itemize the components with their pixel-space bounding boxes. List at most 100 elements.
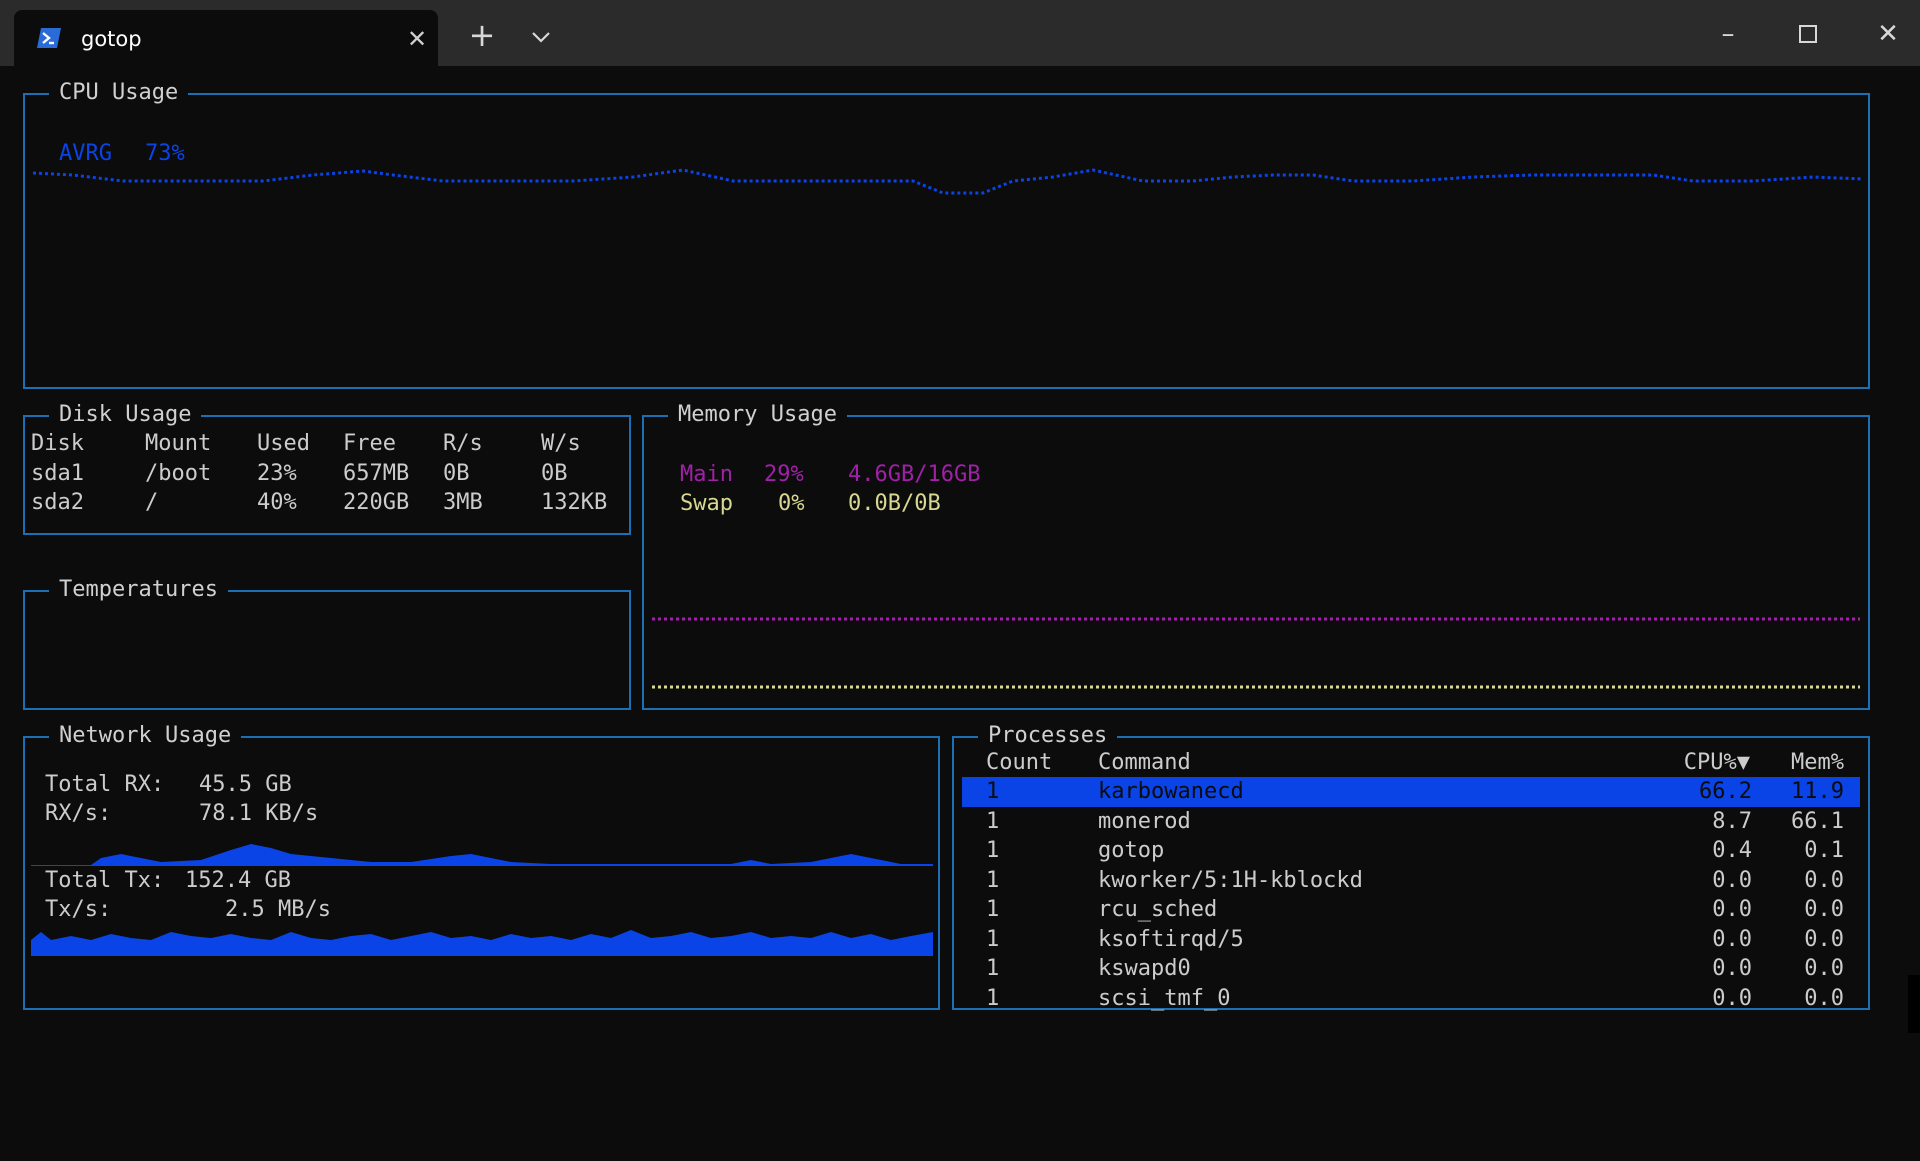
temperatures-title: Temperatures <box>49 575 228 605</box>
process-row[interactable]: 1 ksoftirqd/5 0.0 0.0 <box>962 925 1860 955</box>
memory-main-label: Main <box>680 462 733 487</box>
process-count: 1 <box>986 956 1000 981</box>
col-command[interactable]: Command <box>1098 748 1191 778</box>
total-tx-value: 152.4 GB <box>185 868 291 893</box>
memory-swap-label: Swap <box>680 491 733 516</box>
disk-usage-panel: Disk Usage Disk Mount Used Free R/s W/s … <box>23 400 631 535</box>
disk-usage-title: Disk Usage <box>49 400 202 430</box>
tab-gotop[interactable]: gotop ✕ <box>14 10 438 66</box>
tx-sparkline <box>31 930 933 956</box>
col-mem[interactable]: Mem% <box>1791 748 1844 778</box>
maximize-button[interactable] <box>1778 14 1838 54</box>
process-row[interactable]: 1 kswapd0 0.0 0.0 <box>962 954 1860 984</box>
disk-write: 0B <box>541 460 568 486</box>
process-command: kswapd0 <box>1098 956 1191 981</box>
disk-row: sda2 / 40% 220GB 3MB 132KB <box>31 488 607 518</box>
disk-col-used: Used <box>257 431 310 456</box>
tx-rate-value: 2.5 MB/s <box>225 897 331 922</box>
network-usage-panel: Network Usage Total RX: 45.5 GB RX/s: 78… <box>23 721 940 1010</box>
process-mem: 11.9 <box>1791 779 1844 804</box>
disk-free: 657MB <box>343 460 410 486</box>
memory-swap-percent: 0% <box>778 491 805 516</box>
memory-main-percent: 29% <box>764 462 804 487</box>
total-tx-label: Total Tx: <box>45 868 165 893</box>
network-usage-title: Network Usage <box>49 721 242 751</box>
process-row[interactable]: 1 scsi_tmf_0 0.0 0.0 <box>962 984 1860 1011</box>
tab-title: gotop <box>81 27 142 51</box>
process-command: scsi_tmf_0 <box>1098 985 1231 1011</box>
process-cpu: 0.0 <box>1712 926 1752 952</box>
disk-read: 3MB <box>443 490 483 515</box>
process-count: 1 <box>986 808 1000 834</box>
memory-swap-amount: 0.0B/0B <box>848 491 941 516</box>
process-command: ksoftirqd/5 <box>1098 926 1244 952</box>
process-row[interactable]: 1 gotop 0.4 0.1 <box>962 836 1860 866</box>
disk-col-read: R/s <box>443 431 483 456</box>
powershell-icon <box>37 28 61 48</box>
process-mem: 0.0 <box>1804 956 1844 981</box>
tx-rate-label: Tx/s: <box>45 897 112 922</box>
col-count[interactable]: Count <box>986 748 1052 778</box>
memory-main-amount: 4.6GB/16GB <box>848 462 981 487</box>
total-rx-label: Total RX: <box>45 772 165 797</box>
disk-used: 23% <box>257 460 297 486</box>
disk-read: 0B <box>443 460 470 486</box>
cpu-usage-graph <box>33 168 1863 195</box>
cpu-usage-panel: CPU Usage AVRG 73% <box>23 78 1870 389</box>
disk-col-free: Free <box>343 431 396 456</box>
process-mem: 66.1 <box>1791 808 1844 834</box>
process-command: monerod <box>1098 808 1191 834</box>
title-bar: gotop ✕ + – ✕ <box>0 0 1920 66</box>
disk-row: sda1 /boot 23% 657MB 0B 0B <box>31 459 568 489</box>
memory-usage-graph <box>652 617 1860 689</box>
disk-write: 132KB <box>541 490 608 515</box>
minimize-button[interactable]: – <box>1698 14 1758 54</box>
cpu-usage-title: CPU Usage <box>49 78 189 108</box>
process-command: rcu_sched <box>1098 897 1218 922</box>
total-rx-value: 45.5 GB <box>199 772 292 797</box>
disk-used: 40% <box>257 490 297 515</box>
process-count: 1 <box>986 897 1000 922</box>
process-row-selected[interactable]: 1 karbowanecd 66.2 11.9 <box>962 777 1860 807</box>
disk-name: sda2 <box>31 490 84 515</box>
process-cpu: 0.0 <box>1712 956 1752 981</box>
memory-usage-title: Memory Usage <box>668 400 847 430</box>
temperatures-panel: Temperatures <box>23 575 631 710</box>
process-mem: 0.1 <box>1804 838 1844 863</box>
process-command: gotop <box>1098 838 1165 863</box>
disk-name: sda1 <box>31 460 84 486</box>
process-cpu: 0.0 <box>1712 867 1752 893</box>
process-mem: 0.0 <box>1804 867 1844 893</box>
disk-col-disk: Disk <box>31 431 84 456</box>
scrollbar[interactable] <box>1908 975 1920 1033</box>
process-count: 1 <box>986 867 1000 893</box>
new-tab-button[interactable]: + <box>465 18 499 52</box>
col-cpu[interactable]: CPU%▼ <box>1684 748 1750 778</box>
close-window-button[interactable]: ✕ <box>1858 14 1918 54</box>
process-mem: 0.0 <box>1804 985 1844 1011</box>
process-command: karbowanecd <box>1098 779 1244 804</box>
processes-panel: Processes Count Command CPU%▼ Mem% 1 kar… <box>952 721 1870 1011</box>
process-row[interactable]: 1 rcu_sched 0.0 0.0 <box>962 895 1860 925</box>
process-row[interactable]: 1 monerod 8.7 66.1 <box>962 807 1860 837</box>
disk-mount: / <box>145 490 159 515</box>
chevron-down-icon[interactable] <box>524 22 558 52</box>
disk-table: Disk Mount Used Free R/s W/s sda1 /boot … <box>31 429 607 518</box>
tab-close-icon[interactable]: ✕ <box>404 26 430 52</box>
process-mem: 0.0 <box>1804 926 1844 952</box>
process-count: 1 <box>986 926 1000 952</box>
process-cpu: 66.2 <box>1699 779 1752 804</box>
process-cpu: 0.0 <box>1712 985 1752 1011</box>
terminal-area[interactable]: CPU Usage AVRG 73% Disk Usage Disk Mount… <box>0 66 1920 1053</box>
processes-title: Processes <box>978 721 1118 751</box>
memory-usage-panel: Memory Usage Main 29% 4.6GB/16GB Swap 0%… <box>642 400 1870 710</box>
process-cpu: 0.4 <box>1712 838 1752 863</box>
process-command: kworker/5:1H-kblockd <box>1098 867 1363 893</box>
processes-header: Count Command CPU%▼ Mem% <box>962 748 1860 778</box>
disk-table-header: Disk Mount Used Free R/s W/s <box>31 429 581 459</box>
process-cpu: 0.0 <box>1712 897 1752 922</box>
disk-col-write: W/s <box>541 431 581 456</box>
process-row[interactable]: 1 kworker/5:1H-kblockd 0.0 0.0 <box>962 866 1860 896</box>
disk-mount: /boot <box>145 460 212 486</box>
rx-rate-value: 78.1 KB/s <box>199 801 319 826</box>
